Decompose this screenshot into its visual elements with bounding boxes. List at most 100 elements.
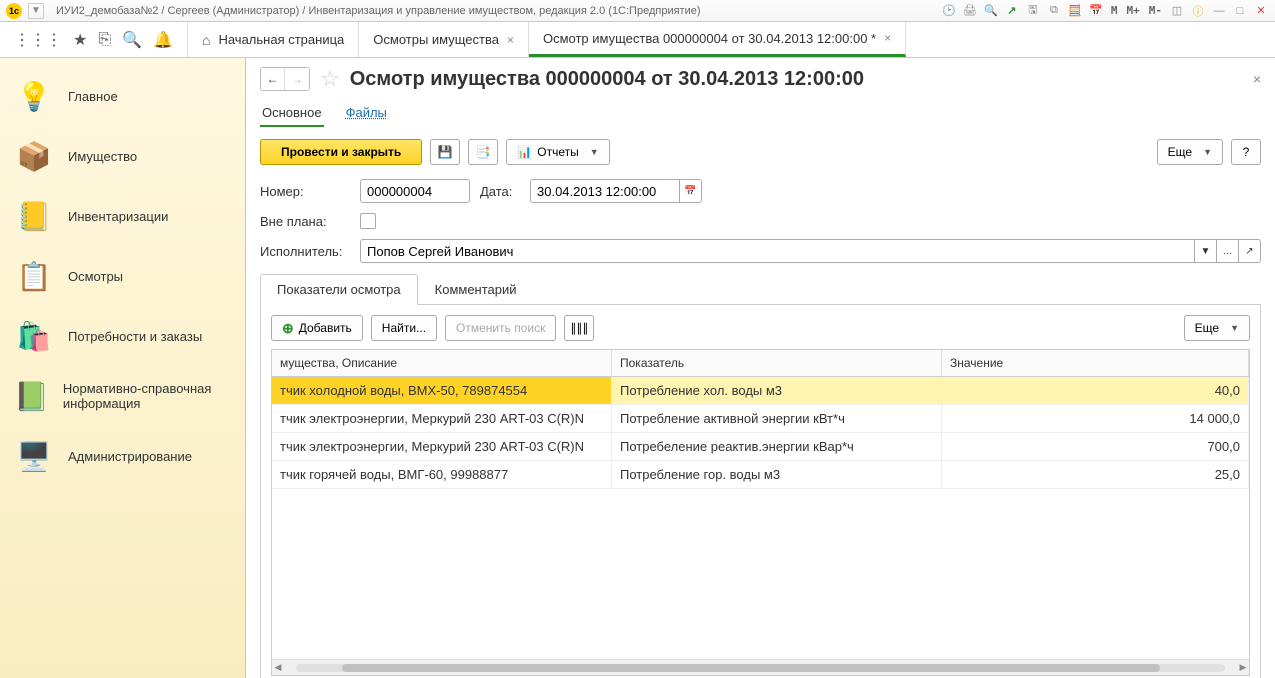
- choose-icon[interactable]: …: [1217, 239, 1239, 263]
- books-icon: 📗: [14, 376, 49, 416]
- dropdown-icon[interactable]: ▼: [1195, 239, 1217, 263]
- grid-header-value[interactable]: Значение: [942, 350, 1249, 376]
- search-icon[interactable]: 🔍: [983, 3, 999, 19]
- page-close-icon[interactable]: ×: [1253, 71, 1261, 87]
- table-row[interactable]: тчик электроэнергии, Меркурий 230 ART-03…: [272, 433, 1249, 461]
- grid-empty-area[interactable]: [272, 489, 1249, 659]
- window-title: ИУИ2_демобаза№2 / Сергеев (Администратор…: [50, 5, 935, 17]
- back-button[interactable]: ←: [261, 68, 285, 90]
- number-field[interactable]: [360, 179, 470, 203]
- tab-close-icon[interactable]: ×: [884, 31, 891, 45]
- reports-button[interactable]: 📊Отчеты▼: [506, 139, 609, 165]
- cell-value: 25,0: [942, 461, 1249, 488]
- tab-close-icon[interactable]: ×: [507, 33, 514, 47]
- sidebar-item-inventory[interactable]: 📒Инвентаризации: [0, 186, 245, 246]
- sidebar-item-orders[interactable]: 🛍️Потребности и заказы: [0, 306, 245, 366]
- plus-icon: ⊕: [282, 320, 294, 337]
- executor-label: Исполнитель:: [260, 244, 350, 259]
- pin-icon[interactable]: ⎘: [98, 31, 111, 49]
- page-title: Осмотр имущества 000000004 от 30.04.2013…: [350, 68, 1243, 91]
- cell-description: тчик электроэнергии, Меркурий 230 ART-03…: [272, 405, 612, 432]
- barcode-button[interactable]: ∥∥∥: [564, 315, 594, 341]
- post-close-button[interactable]: Провести и закрыть: [260, 139, 422, 165]
- cell-description: тчик электроэнергии, Меркурий 230 ART-03…: [272, 433, 612, 460]
- open-icon[interactable]: ↗: [1239, 239, 1261, 263]
- number-label: Номер:: [260, 184, 350, 199]
- apps-icon[interactable]: ⋮⋮⋮: [14, 30, 62, 50]
- link-icon[interactable]: ↗: [1004, 3, 1020, 19]
- cancel-find-button[interactable]: Отменить поиск: [445, 315, 556, 341]
- app-icon[interactable]: 1c: [6, 3, 22, 19]
- outofplan-checkbox[interactable]: [360, 213, 376, 229]
- sidebar-item-admin[interactable]: 🖥️Администрирование: [0, 426, 245, 486]
- save-doc-button[interactable]: 💾: [430, 139, 460, 165]
- cell-value: 40,0: [942, 377, 1249, 404]
- search-tab-icon[interactable]: 🔍: [122, 30, 142, 50]
- cell-value: 14 000,0: [942, 405, 1249, 432]
- tab-inspection-doc[interactable]: Осмотр имущества 000000004 от 30.04.2013…: [529, 22, 906, 57]
- doc-tab-files[interactable]: Файлы: [344, 102, 389, 127]
- calendar-picker-icon[interactable]: 📅: [680, 179, 702, 203]
- inner-tab-indicators[interactable]: Показатели осмотра: [260, 274, 418, 305]
- outofplan-label: Вне плана:: [260, 214, 350, 229]
- info-icon[interactable]: ⓘ: [1190, 3, 1206, 19]
- table-row[interactable]: тчик холодной воды, BMX-50, 789874554Пот…: [272, 377, 1249, 405]
- cell-description: тчик холодной воды, BMX-50, 789874554: [272, 377, 612, 404]
- cell-indicator: Потребеление реактив.энергии кВар*ч: [612, 433, 942, 460]
- bell-icon[interactable]: 🔔: [153, 30, 173, 50]
- compare-icon[interactable]: ⧉: [1046, 3, 1062, 19]
- calculator-icon[interactable]: 🧮: [1067, 3, 1083, 19]
- save-icon[interactable]: 🖫: [1025, 3, 1041, 19]
- add-button[interactable]: ⊕Добавить: [271, 315, 363, 341]
- server-icon: 🖥️: [14, 436, 54, 476]
- content-area: ← → ☆ Осмотр имущества 000000004 от 30.0…: [246, 58, 1275, 678]
- more-button[interactable]: Еще▼: [1157, 139, 1223, 165]
- main-menu-dropdown[interactable]: ▼: [28, 3, 44, 19]
- cell-value: 700,0: [942, 433, 1249, 460]
- help-button[interactable]: ?: [1231, 139, 1261, 165]
- sidebar-item-reference[interactable]: 📗Нормативно-справочная информация: [0, 366, 245, 426]
- scrollbar-thumb[interactable]: [342, 664, 1160, 672]
- executor-field[interactable]: [360, 239, 1195, 263]
- favorite-icon[interactable]: ★: [73, 30, 87, 50]
- close-icon[interactable]: ✕: [1253, 3, 1269, 19]
- date-field[interactable]: [530, 179, 680, 203]
- panel-icon[interactable]: ◫: [1169, 3, 1185, 19]
- scroll-right-icon[interactable]: ▶: [1237, 662, 1249, 673]
- sidebar-item-assets[interactable]: 📦Имущество: [0, 126, 245, 186]
- tab-inspections-list[interactable]: Осмотры имущества ×: [359, 22, 529, 57]
- grid-header-indicator[interactable]: Показатель: [612, 350, 942, 376]
- print-icon[interactable]: 🖨: [962, 3, 978, 19]
- sidebar-item-inspections[interactable]: 📋Осмотры: [0, 246, 245, 306]
- inner-tab-comment[interactable]: Комментарий: [418, 274, 534, 305]
- tab-bar: ⋮⋮⋮ ★ ⎘ 🔍 🔔 ⌂ Начальная страница Осмотры…: [0, 22, 1275, 58]
- star-icon[interactable]: ☆: [320, 66, 340, 92]
- sidebar-item-main[interactable]: 💡Главное: [0, 66, 245, 126]
- minimize-icon[interactable]: —: [1211, 3, 1227, 19]
- memory-mminus[interactable]: M-: [1147, 3, 1164, 19]
- history-icon[interactable]: 🕑: [941, 3, 957, 19]
- scroll-left-icon[interactable]: ◀: [272, 662, 284, 673]
- grid-header-description[interactable]: мущества, Описание: [272, 350, 612, 376]
- tab-home[interactable]: ⌂ Начальная страница: [188, 22, 359, 57]
- cell-indicator: Потребление активной энергии кВт*ч: [612, 405, 942, 432]
- box-icon: 📦: [14, 136, 54, 176]
- memory-mplus[interactable]: M+: [1125, 3, 1142, 19]
- cell-indicator: Потребление гор. воды м3: [612, 461, 942, 488]
- table-row[interactable]: тчик горячей воды, ВМГ-60, 99988877Потре…: [272, 461, 1249, 489]
- calendar-icon[interactable]: 📅: [1088, 3, 1104, 19]
- post-button[interactable]: 📑: [468, 139, 498, 165]
- find-button[interactable]: Найти...: [371, 315, 437, 341]
- grid-more-button[interactable]: Еще▼: [1184, 315, 1250, 341]
- maximize-icon[interactable]: □: [1232, 3, 1248, 19]
- date-label: Дата:: [480, 184, 520, 199]
- cell-indicator: Потребление хол. воды м3: [612, 377, 942, 404]
- horizontal-scrollbar[interactable]: ◀ ▶: [272, 659, 1249, 675]
- table-row[interactable]: тчик электроэнергии, Меркурий 230 ART-03…: [272, 405, 1249, 433]
- forward-button[interactable]: →: [285, 68, 309, 90]
- folder-icon: 📒: [14, 196, 54, 236]
- memory-m[interactable]: M: [1109, 3, 1120, 19]
- nav-buttons: ← →: [260, 67, 310, 91]
- doc-tab-main[interactable]: Основное: [260, 102, 324, 127]
- bag-icon: 🛍️: [14, 316, 54, 356]
